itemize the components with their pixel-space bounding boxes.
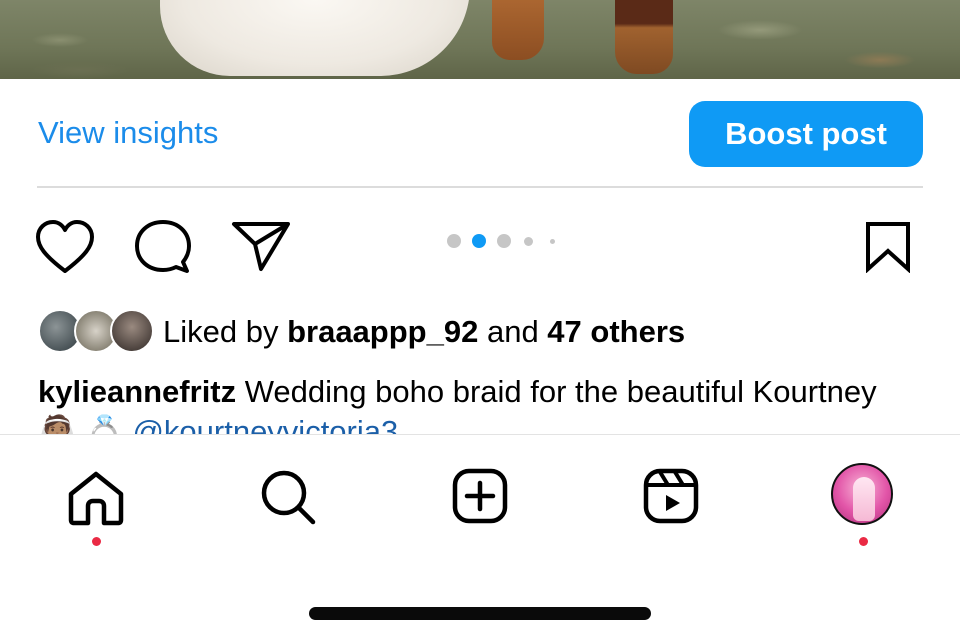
bookmark-icon[interactable]	[864, 221, 912, 273]
liker-avatars[interactable]	[38, 309, 154, 353]
carousel-indicator	[446, 233, 566, 249]
boost-post-button[interactable]: Boost post	[689, 101, 923, 167]
post-photo[interactable]	[0, 0, 960, 79]
photo-shoe-left	[492, 0, 544, 60]
likes-prefix: Liked by	[163, 314, 288, 349]
carousel-dot	[497, 234, 511, 248]
liker-avatar	[110, 309, 154, 353]
share-icon[interactable]	[231, 219, 291, 273]
create-post-icon[interactable]	[452, 468, 508, 524]
search-icon[interactable]	[259, 468, 319, 526]
profile-avatar[interactable]	[831, 463, 893, 525]
carousel-dot	[447, 234, 461, 248]
divider	[37, 186, 923, 188]
heart-icon[interactable]	[34, 219, 96, 275]
comment-icon[interactable]	[134, 218, 192, 276]
caption-username[interactable]: kylieannefritz	[38, 374, 236, 409]
likes-summary[interactable]: Liked by braaappp_92 and 47 others	[163, 312, 685, 352]
caption-mention[interactable]: @kourtneyvictoria3	[132, 414, 398, 434]
reels-icon[interactable]	[643, 468, 699, 524]
home-notification-dot	[92, 537, 101, 546]
photo-dress	[160, 0, 470, 76]
likes-others[interactable]: 47 others	[547, 314, 685, 349]
view-insights-link[interactable]: View insights	[38, 113, 218, 153]
profile-notification-dot	[859, 537, 868, 546]
carousel-dot	[550, 239, 555, 244]
likes-middle: and	[478, 314, 548, 349]
photo-shoe-right	[615, 0, 673, 74]
profile-figure	[853, 477, 875, 521]
home-icon[interactable]	[66, 470, 126, 526]
carousel-dot-active	[472, 234, 486, 248]
carousel-dot	[524, 237, 533, 246]
home-indicator[interactable]	[309, 607, 651, 620]
post-caption: kylieannefritz Wedding boho braid for th…	[38, 372, 918, 434]
photo-background	[0, 0, 960, 79]
liker-username[interactable]: braaappp_92	[287, 314, 478, 349]
